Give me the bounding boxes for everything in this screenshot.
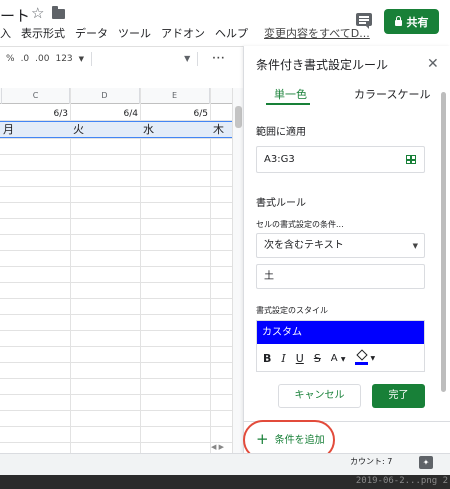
text-color-icon[interactable]: A ▼ xyxy=(331,353,346,364)
column-header-e[interactable]: E xyxy=(140,88,210,104)
range-input[interactable]: A3:G3 xyxy=(256,146,425,173)
menu-format[interactable]: 表示形式 xyxy=(21,25,65,41)
star-icon[interactable]: ☆ xyxy=(31,4,44,22)
filename-watermark: 2019-06-2...png 2 xyxy=(355,476,448,486)
rules-label: 書式ルール xyxy=(256,198,306,209)
toolbar-divider xyxy=(197,51,199,66)
increase-decimal-button[interactable]: .00 xyxy=(35,54,49,64)
date-cell[interactable]: 6/4 xyxy=(70,104,140,121)
day-cell[interactable]: 火 xyxy=(70,122,140,137)
close-icon[interactable]: ✕ xyxy=(427,56,439,72)
style-preset-dropdown[interactable]: カスタム xyxy=(257,321,424,344)
date-cell[interactable]: 6/5 xyxy=(140,104,210,121)
decrease-decimal-button[interactable]: .0 xyxy=(21,54,30,64)
column-divider xyxy=(210,88,211,453)
percent-format-button[interactable]: % xyxy=(6,54,15,64)
range-label: 範囲に適用 xyxy=(256,127,306,138)
condition-value: 次を含むテキスト xyxy=(264,240,344,251)
panel-scrollbar[interactable] xyxy=(441,92,446,392)
done-button[interactable]: 完了 xyxy=(372,384,425,408)
column-header-d[interactable]: D xyxy=(70,88,140,104)
menu-insert[interactable]: 入 xyxy=(0,25,11,41)
menu-data[interactable]: データ xyxy=(75,25,108,41)
column-header-row: C D E xyxy=(0,88,244,104)
count-label[interactable]: カウント: 7 xyxy=(350,456,392,467)
tab-single-color[interactable]: 単一色 xyxy=(274,86,307,102)
number-format-button[interactable]: 123 xyxy=(55,54,72,64)
panel-title: 条件付き書式設定ルール xyxy=(256,58,389,72)
font-dropdown-arrow[interactable]: ▼ xyxy=(184,54,190,63)
style-label: 書式設定のスタイル xyxy=(256,306,328,315)
column-header-c[interactable]: C xyxy=(2,88,70,104)
selected-day-row: 月 火 水 木 xyxy=(0,121,244,138)
fill-color-icon[interactable]: ▼ xyxy=(355,349,375,366)
lock-icon xyxy=(394,15,402,26)
document-title[interactable]: ート xyxy=(0,5,30,26)
menu-tools[interactable]: ツール xyxy=(118,25,151,41)
scrollbar-thumb[interactable] xyxy=(235,106,242,128)
value-input[interactable]: 土 xyxy=(256,264,425,289)
menu-help[interactable]: ヘルプ xyxy=(215,25,248,41)
menu-addons[interactable]: アドオン xyxy=(161,25,205,41)
column-divider xyxy=(140,88,141,453)
tab-color-scale[interactable]: カラースケール xyxy=(354,86,430,102)
condition-dropdown[interactable]: 次を含むテキスト ▼ xyxy=(256,233,425,258)
chevron-down-icon: ▼ xyxy=(412,242,418,250)
share-button[interactable]: 共有 xyxy=(384,9,439,34)
range-value: A3:G3 xyxy=(264,154,295,165)
last-edit-link[interactable]: 変更内容をすべてD... xyxy=(264,25,370,41)
active-tab-indicator xyxy=(266,103,310,105)
formatting-toolbar: % .0 .00 123 ▼ ▼ ··· xyxy=(0,46,244,70)
conditional-format-panel: 条件付き書式設定ルール ✕ 単一色 カラースケール 範囲に適用 A3:G3 書式… xyxy=(243,46,450,453)
explore-icon[interactable]: ✦ xyxy=(419,456,433,469)
condition-label: セルの書式設定の条件... xyxy=(256,220,344,229)
italic-icon[interactable]: I xyxy=(281,352,285,365)
column-divider xyxy=(70,88,71,453)
more-tools-button[interactable]: ··· xyxy=(212,54,225,64)
cancel-button[interactable]: キャンセル xyxy=(278,384,361,408)
table-icon[interactable] xyxy=(406,155,416,164)
column-header-f[interactable] xyxy=(210,88,232,104)
day-cell[interactable]: 木 xyxy=(210,122,232,137)
day-cell[interactable]: 月 xyxy=(0,122,70,137)
toolbar-divider xyxy=(91,51,93,66)
sheet-grid[interactable]: C D E 6/3 6/4 6/5 月 火 水 木 xyxy=(0,88,244,453)
style-format-row: B I U S A ▼ ▼ xyxy=(257,347,424,369)
folder-icon[interactable] xyxy=(52,6,65,19)
underline-icon[interactable]: U xyxy=(296,352,304,365)
style-box: カスタム B I U S A ▼ ▼ xyxy=(256,320,425,372)
menu-bar: 入 表示形式 データ ツール アドオン ヘルプ 変更内容をすべてD... xyxy=(0,24,380,42)
share-label: 共有 xyxy=(406,15,429,29)
chevron-down-icon[interactable]: ▼ xyxy=(79,55,84,63)
scroll-arrows[interactable]: ◀ ▶ xyxy=(211,443,224,451)
bold-icon[interactable]: B xyxy=(263,352,271,365)
grid-lines xyxy=(0,138,244,453)
date-cell[interactable]: 6/3 xyxy=(2,104,70,121)
strike-icon[interactable]: S xyxy=(314,352,321,365)
comment-icon[interactable] xyxy=(356,13,372,29)
date-row: 6/3 6/4 6/5 xyxy=(0,104,244,121)
day-cell[interactable]: 水 xyxy=(140,122,210,137)
